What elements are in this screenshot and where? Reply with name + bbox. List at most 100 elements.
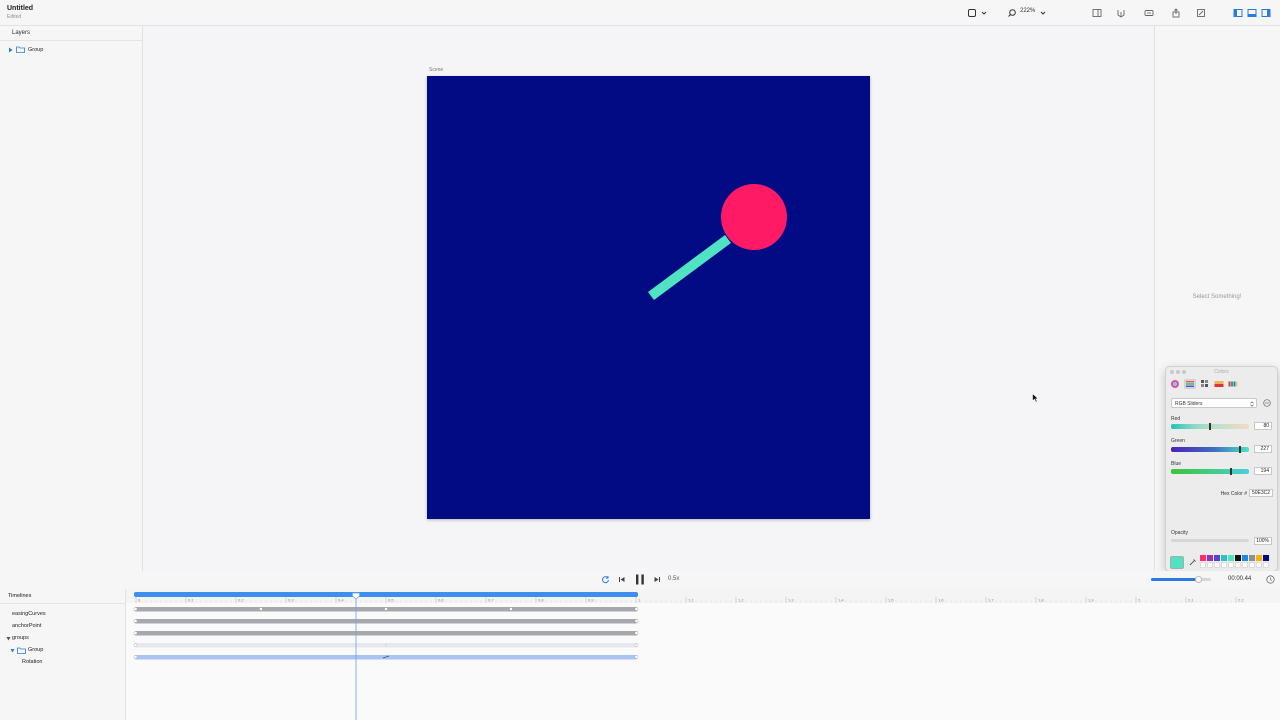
- keyframe: [384, 607, 388, 611]
- empty-swatch[interactable]: [1227, 561, 1235, 568]
- blue-label: Blue: [1171, 461, 1182, 467]
- blue-slider[interactable]: [1171, 468, 1249, 475]
- color-swatch[interactable]: [1200, 555, 1207, 561]
- selection-range: [134, 592, 638, 597]
- pause-icon[interactable]: [634, 573, 646, 586]
- toggle-layers-icon[interactable]: [1231, 7, 1245, 19]
- toggle-timeline-icon[interactable]: [1245, 7, 1259, 19]
- image-palettes-icon[interactable]: [1214, 379, 1224, 389]
- square-icon[interactable]: [965, 7, 979, 19]
- layers-header: Layers: [12, 30, 31, 36]
- current-color-well[interactable]: [1170, 556, 1184, 569]
- shape-menu-chevron-icon[interactable]: [979, 7, 989, 19]
- empty-swatch[interactable]: [1248, 561, 1256, 568]
- playback-speed[interactable]: 0.5x: [668, 576, 679, 582]
- green-slider-thumb[interactable]: [1239, 446, 1241, 453]
- color-swatches: [1200, 555, 1272, 568]
- colors-panel-title: Colors: [1214, 369, 1229, 375]
- color-swatch[interactable]: [1262, 555, 1270, 561]
- track-anchor-point[interactable]: anchorPoint: [12, 623, 41, 629]
- color-sliders-icon[interactable]: [1184, 379, 1196, 389]
- loop-icon[interactable]: [601, 575, 610, 584]
- colors-panel[interactable]: Colors RGB Sliders Red 80 Green 227 Blue…: [1165, 366, 1278, 572]
- folder-icon: [17, 647, 26, 654]
- component-icon[interactable]: [1114, 7, 1128, 19]
- ruler-tick-label: 1.9: [1088, 598, 1094, 603]
- color-swatch[interactable]: [1220, 555, 1228, 561]
- hex-label: Hex Color #: [1220, 491, 1247, 497]
- blue-slider-thumb[interactable]: [1230, 468, 1232, 475]
- skip-forward-icon[interactable]: [653, 575, 661, 584]
- track-easing-curves[interactable]: easingCurves: [12, 611, 46, 617]
- empty-swatch[interactable]: [1200, 561, 1207, 568]
- ruler-tick-label: 1.3: [788, 598, 794, 603]
- blue-value-field[interactable]: 194: [1254, 467, 1272, 475]
- keyframe-handle: [133, 643, 138, 647]
- pencils-icon[interactable]: [1228, 379, 1238, 389]
- keyframe-handle: [634, 631, 639, 635]
- red-slider[interactable]: [1171, 423, 1249, 430]
- empty-swatch[interactable]: [1234, 561, 1242, 568]
- color-swatch[interactable]: [1241, 555, 1249, 561]
- ruler-tick-label: 1.1: [688, 598, 694, 603]
- ruler-tick-label: 0.4: [338, 598, 344, 603]
- color-swatch[interactable]: [1255, 555, 1263, 561]
- hex-value-field[interactable]: 50E3C2: [1249, 489, 1273, 497]
- disclosure-open-icon[interactable]: [10, 648, 15, 653]
- red-slider-thumb[interactable]: [1209, 423, 1211, 430]
- color-swatch[interactable]: [1248, 555, 1256, 561]
- clock-icon[interactable]: [1266, 575, 1275, 584]
- color-wheel-icon[interactable]: [1170, 379, 1180, 389]
- green-value-field[interactable]: 227: [1254, 445, 1272, 453]
- volume-thumb[interactable]: [1195, 576, 1202, 583]
- ruler-tick-label: 0.7: [488, 598, 494, 603]
- empty-swatch[interactable]: [1262, 561, 1270, 568]
- opacity-value-field[interactable]: 100%: [1254, 537, 1272, 545]
- ruler-tick-label: 2.2: [1238, 598, 1244, 603]
- color-mode-value: RGB Sliders: [1175, 400, 1203, 407]
- skip-back-icon[interactable]: [618, 575, 626, 584]
- track-rotation[interactable]: Rotation: [22, 659, 43, 665]
- layer-item-group[interactable]: Group: [8, 45, 43, 54]
- zoom-level[interactable]: 222%: [1020, 8, 1035, 14]
- track-group[interactable]: Group: [28, 647, 43, 653]
- green-slider[interactable]: [1171, 446, 1249, 453]
- color-swatch[interactable]: [1227, 555, 1235, 561]
- export-icon[interactable]: [1194, 7, 1208, 19]
- mouse-cursor-icon: [1032, 393, 1039, 403]
- eyedropper-icon[interactable]: [1189, 558, 1197, 566]
- toggle-inspector-icon[interactable]: [1259, 7, 1273, 19]
- disclosure-open-icon[interactable]: [6, 636, 11, 641]
- timeline-tracks[interactable]: 0 0.1 0.2 0.3 0.4 0.5 0.6 0.7 0.8 0.9 1 1.1 1.2 1.3 1.…: [126, 589, 1280, 720]
- keyboard-icon[interactable]: [1142, 7, 1156, 19]
- color-mode-tabs: [1170, 379, 1238, 389]
- zoom-icon[interactable]: [1005, 7, 1019, 19]
- opacity-slider[interactable]: [1171, 539, 1249, 542]
- empty-swatch[interactable]: [1241, 561, 1249, 568]
- document-title: Untitled: [7, 5, 34, 12]
- share-icon[interactable]: [1169, 7, 1183, 19]
- color-palettes-icon[interactable]: [1200, 379, 1210, 389]
- track-groups[interactable]: groups: [12, 635, 29, 641]
- divider: [0, 40, 142, 41]
- sidebar-left-icon[interactable]: [1090, 7, 1104, 19]
- track-list: [0, 589, 126, 720]
- ruler-tick-label: 0.3: [288, 598, 294, 603]
- volume-slider[interactable]: [1151, 576, 1211, 583]
- empty-swatch[interactable]: [1206, 561, 1214, 568]
- empty-swatch[interactable]: [1255, 561, 1263, 568]
- layers-panel: [0, 26, 143, 571]
- color-swatch[interactable]: [1206, 555, 1214, 561]
- red-value-field[interactable]: 80: [1254, 422, 1272, 430]
- empty-swatch[interactable]: [1220, 561, 1228, 568]
- color-swatch[interactable]: [1234, 555, 1242, 561]
- options-icon[interactable]: [1263, 399, 1271, 407]
- color-mode-select[interactable]: RGB Sliders: [1171, 398, 1257, 408]
- scene[interactable]: [427, 76, 870, 519]
- keyframe: [259, 607, 263, 611]
- color-swatch[interactable]: [1213, 555, 1221, 561]
- red-label: Red: [1171, 416, 1181, 422]
- empty-swatch[interactable]: [1213, 561, 1221, 568]
- disclosure-triangle-icon[interactable]: [8, 47, 13, 53]
- zoom-chevron-icon[interactable]: [1038, 7, 1048, 19]
